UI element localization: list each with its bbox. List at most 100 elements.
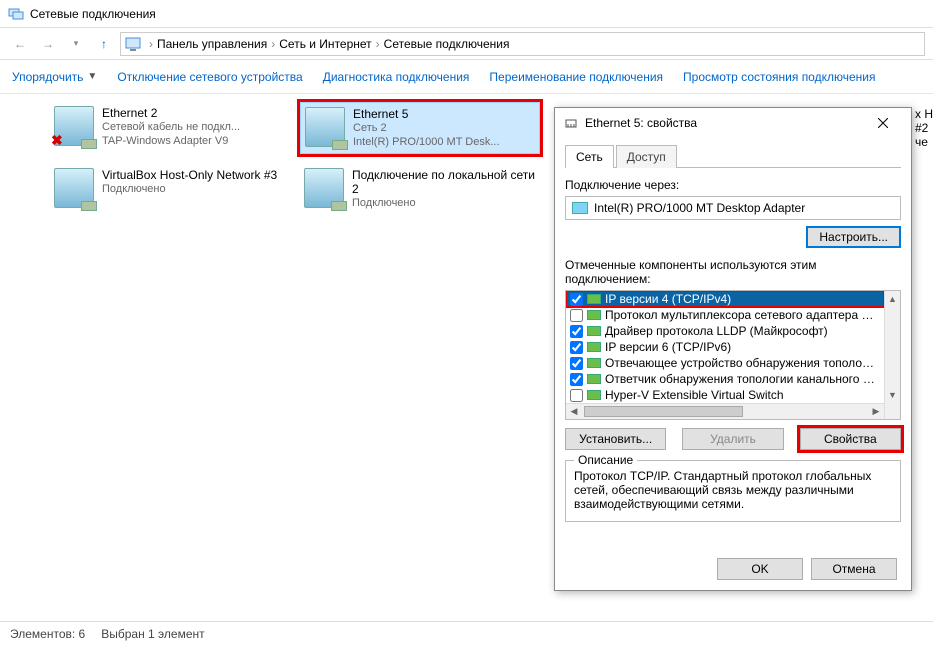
connection-name: VirtualBox Host-Only Network #3 xyxy=(102,168,277,182)
remove-button[interactable]: Удалить xyxy=(682,428,783,450)
command-bar: Упорядочить▼ Отключение сетевого устройс… xyxy=(0,60,933,94)
component-checkbox[interactable] xyxy=(570,309,583,322)
protocol-icon xyxy=(587,310,601,320)
status-bar: Элементов: 6 Выбран 1 элемент xyxy=(0,621,933,645)
connection-status: Сетевой кабель не подкл... xyxy=(102,120,240,134)
scroll-down-icon[interactable]: ▼ xyxy=(885,387,900,403)
scroll-up-icon[interactable]: ▲ xyxy=(885,291,900,307)
network-adapter-icon xyxy=(304,168,344,208)
dialog-body: Сеть Доступ Подключение через: Intel(R) … xyxy=(555,138,911,528)
view-status-button[interactable]: Просмотр состояния подключения xyxy=(683,70,875,84)
adapter-name: Intel(R) PRO/1000 MT Desktop Adapter xyxy=(594,201,805,215)
configure-button[interactable]: Настроить... xyxy=(806,226,901,248)
connection-ethernet-2[interactable]: ✖ Ethernet 2 Сетевой кабель не подкл... … xyxy=(50,102,290,152)
cancel-button[interactable]: Отмена xyxy=(811,558,897,580)
scroll-thumb[interactable] xyxy=(584,406,743,417)
connection-device: Intel(R) PRO/1000 MT Desk... xyxy=(353,135,500,149)
nic-sub-icon xyxy=(331,201,347,211)
component-checkbox[interactable] xyxy=(570,325,583,338)
component-ipv4[interactable]: IP версии 4 (TCP/IPv4) xyxy=(566,291,884,307)
connection-virtualbox[interactable]: VirtualBox Host-Only Network #3 Подключе… xyxy=(50,164,290,212)
nic-sub-icon xyxy=(81,139,97,149)
window-title: Сетевые подключения xyxy=(30,7,156,21)
chevron-right-icon: › xyxy=(376,37,380,51)
component-lldp[interactable]: Драйвер протокола LLDP (Майкрософт) xyxy=(566,323,884,339)
address-bar: ← → ▾ ↑ › Панель управления › Сеть и Инт… xyxy=(0,28,933,60)
network-adapter-icon xyxy=(305,107,345,147)
connection-status: Подключено xyxy=(352,196,532,210)
scroll-right-icon[interactable]: ▶ xyxy=(868,404,884,419)
adapter-display: Intel(R) PRO/1000 MT Desktop Adapter xyxy=(565,196,901,220)
component-checkbox[interactable] xyxy=(570,341,583,354)
breadcrumb-control-panel[interactable]: Панель управления xyxy=(157,37,267,51)
connection-local-area[interactable]: Подключение по локальной сети 2 Подключе… xyxy=(300,164,540,214)
connect-using-label: Подключение через: xyxy=(565,178,901,192)
ok-button[interactable]: OK xyxy=(717,558,803,580)
component-lltd-responder[interactable]: Отвечающее устройство обнаружения тополо… xyxy=(566,355,884,371)
nic-sub-icon xyxy=(332,140,348,150)
connection-device: TAP-Windows Adapter V9 xyxy=(102,134,240,148)
nic-sub-icon xyxy=(81,201,97,211)
tab-strip: Сеть Доступ xyxy=(565,144,901,168)
protocol-icon xyxy=(587,294,601,304)
control-panel-icon xyxy=(125,36,141,52)
horizontal-scrollbar[interactable]: ◀ ▶ xyxy=(566,403,884,419)
connection-ethernet-5[interactable]: Ethernet 5 Сеть 2 Intel(R) PRO/1000 MT D… xyxy=(300,102,540,154)
breadcrumb[interactable]: › Панель управления › Сеть и Интернет › … xyxy=(120,32,925,56)
component-hyperv[interactable]: Hyper-V Extensible Virtual Switch xyxy=(566,387,884,403)
chevron-right-icon: › xyxy=(271,37,275,51)
scroll-left-icon[interactable]: ◀ xyxy=(566,404,582,419)
up-button[interactable]: ↑ xyxy=(92,32,116,56)
dialog-title: Ethernet 5: свойства xyxy=(585,116,863,130)
protocol-icon xyxy=(587,390,601,400)
back-button[interactable]: ← xyxy=(8,32,32,56)
chevron-down-icon: ▼ xyxy=(87,71,97,82)
install-button[interactable]: Установить... xyxy=(565,428,666,450)
error-icon: ✖ xyxy=(51,132,63,149)
offscreen-fragment: x H #2 че xyxy=(915,107,933,149)
nic-icon xyxy=(572,202,588,214)
status-count: Элементов: 6 xyxy=(10,627,85,641)
connection-name: Подключение по локальной сети 2 xyxy=(352,168,536,196)
network-connections-icon xyxy=(8,6,24,22)
description-text: Протокол TCP/IP. Стандартный протокол гл… xyxy=(574,469,892,511)
protocol-icon xyxy=(587,326,601,336)
component-checkbox[interactable] xyxy=(570,389,583,402)
diagnose-button[interactable]: Диагностика подключения xyxy=(323,70,470,84)
component-checkbox[interactable] xyxy=(570,293,583,306)
description-legend: Описание xyxy=(574,453,637,467)
protocol-icon xyxy=(587,374,601,384)
rename-button[interactable]: Переименование подключения xyxy=(489,70,663,84)
ethernet-icon xyxy=(563,115,579,131)
disable-device-button[interactable]: Отключение сетевого устройства xyxy=(117,70,302,84)
connection-status: Сеть 2 xyxy=(353,121,500,135)
component-checkbox[interactable] xyxy=(570,373,583,386)
vertical-scrollbar[interactable]: ▲ ▼ xyxy=(884,291,900,419)
components-label: Отмеченные компоненты используются этим … xyxy=(565,258,901,286)
breadcrumb-network-internet[interactable]: Сеть и Интернет xyxy=(279,37,371,51)
breadcrumb-network-connections[interactable]: Сетевые подключения xyxy=(384,37,510,51)
organize-menu[interactable]: Упорядочить▼ xyxy=(12,70,97,84)
forward-button[interactable]: → xyxy=(36,32,60,56)
status-selection: Выбран 1 элемент xyxy=(101,627,204,641)
chevron-right-icon: › xyxy=(149,37,153,51)
connection-name: Ethernet 5 xyxy=(353,107,500,121)
component-ipv6[interactable]: IP версии 6 (TCP/IPv6) xyxy=(566,339,884,355)
component-multiplexor[interactable]: Протокол мультиплексора сетевого адаптер… xyxy=(566,307,884,323)
component-lltd-mapper[interactable]: Ответчик обнаружения топологии канальног… xyxy=(566,371,884,387)
tab-network[interactable]: Сеть xyxy=(565,145,614,168)
protocol-icon xyxy=(587,342,601,352)
components-list[interactable]: IP версии 4 (TCP/IPv4) Протокол мультипл… xyxy=(565,290,901,420)
close-icon xyxy=(878,118,888,128)
network-adapter-icon xyxy=(54,168,94,208)
properties-dialog: Ethernet 5: свойства Сеть Доступ Подключ… xyxy=(554,107,912,591)
connection-status: Подключено xyxy=(102,182,277,196)
component-checkbox[interactable] xyxy=(570,357,583,370)
tab-access[interactable]: Доступ xyxy=(616,145,677,168)
protocol-icon xyxy=(587,358,601,368)
network-adapter-icon: ✖ xyxy=(54,106,94,146)
close-button[interactable] xyxy=(863,108,903,138)
recent-button[interactable]: ▾ xyxy=(64,32,88,56)
dialog-titlebar[interactable]: Ethernet 5: свойства xyxy=(555,108,911,138)
properties-button[interactable]: Свойства xyxy=(800,428,901,450)
